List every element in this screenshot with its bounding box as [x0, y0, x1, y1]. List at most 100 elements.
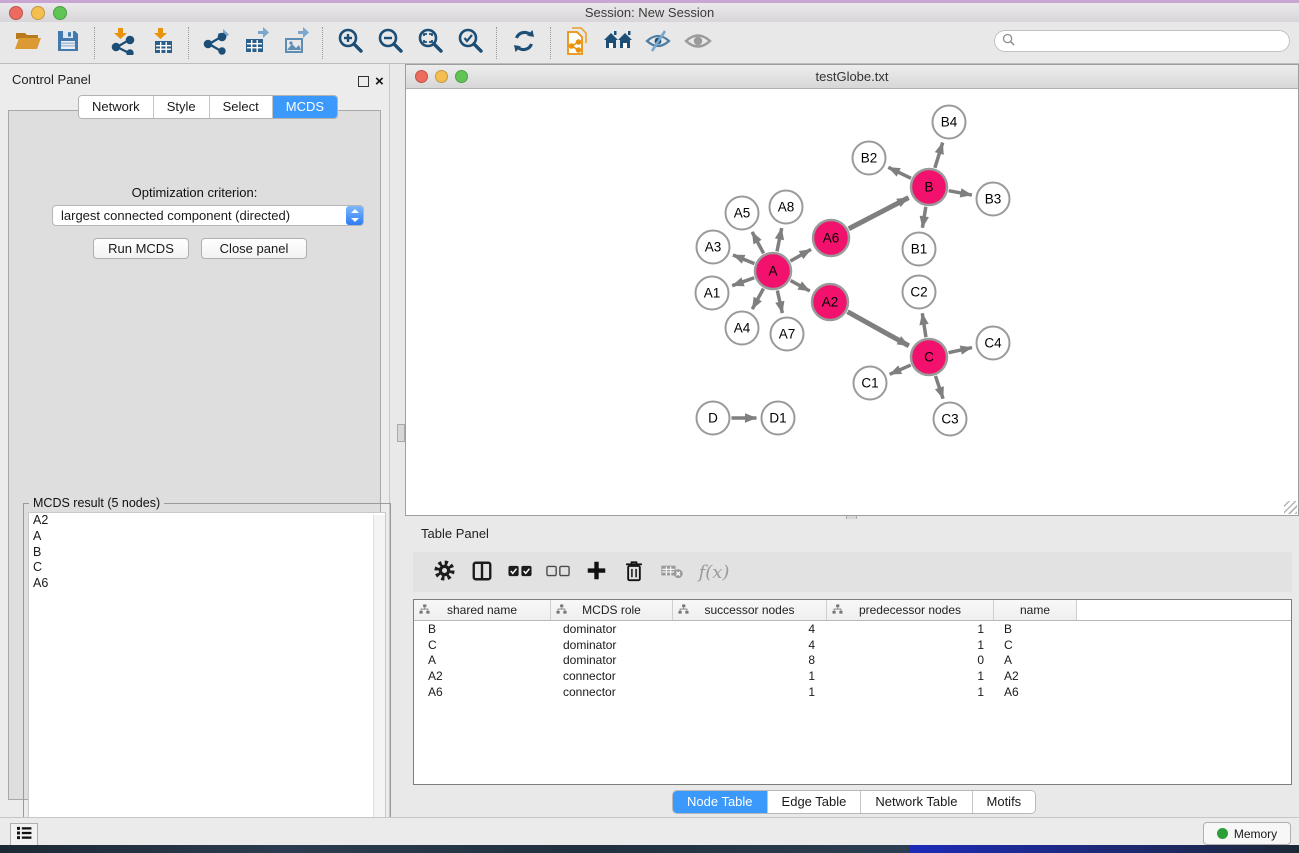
graph-node-C3[interactable]: C3: [934, 403, 967, 436]
zoom-selected-button[interactable]: [450, 25, 490, 61]
table-cell[interactable]: 1: [827, 669, 994, 683]
save-session-button[interactable]: [48, 25, 88, 61]
table-cell[interactable]: A: [414, 653, 551, 667]
deselect-all-button[interactable]: [539, 555, 577, 589]
graph-node-D1[interactable]: D1: [762, 402, 795, 435]
column-header-predecessor-nodes[interactable]: predecessor nodes: [827, 600, 994, 620]
zoom-fit-button[interactable]: [410, 25, 450, 61]
graph-edge[interactable]: [777, 291, 782, 313]
search-input[interactable]: [1019, 33, 1289, 49]
table-cell[interactable]: 1: [827, 685, 994, 699]
mcds-result-item[interactable]: A2: [29, 513, 385, 529]
column-header-name[interactable]: name: [994, 600, 1077, 620]
show-columns-button[interactable]: [463, 555, 501, 589]
scrollbar-track[interactable]: [373, 515, 385, 837]
export-image-button[interactable]: [276, 25, 316, 61]
table-cell[interactable]: 1: [673, 669, 827, 683]
new-network-from-file-button[interactable]: [558, 25, 598, 61]
graph-edge[interactable]: [888, 167, 911, 178]
table-settings-button[interactable]: [425, 555, 463, 589]
graph-node-D[interactable]: D: [697, 402, 730, 435]
mcds-result-list[interactable]: A2ABCA6: [28, 512, 386, 838]
graph-edge[interactable]: [949, 191, 972, 195]
zoom-out-button[interactable]: [370, 25, 410, 61]
memory-button[interactable]: Memory: [1203, 822, 1291, 845]
tab-network-table[interactable]: Network Table: [861, 791, 972, 813]
tab-network[interactable]: Network: [79, 96, 154, 118]
table-cell[interactable]: A6: [994, 685, 1077, 699]
node-table[interactable]: shared name MCDS role successor nodes pr…: [413, 599, 1292, 785]
window-resize-grip[interactable]: [1284, 501, 1297, 514]
tab-style[interactable]: Style: [154, 96, 210, 118]
export-network-button[interactable]: [196, 25, 236, 61]
graph-node-A3[interactable]: A3: [697, 231, 730, 264]
mcds-result-item[interactable]: C: [29, 560, 385, 576]
optimization-criterion-dropdown[interactable]: largest connected component (directed): [52, 205, 364, 226]
vertical-splitter-handle[interactable]: [397, 424, 405, 442]
network-graph-canvas[interactable]: AA1A2A3A4A5A6A7A8BB1B2B3B4CC1C2C3C4DD1: [407, 88, 1298, 516]
graph-edge[interactable]: [935, 376, 943, 399]
graph-edge[interactable]: [922, 207, 925, 228]
float-panel-icon[interactable]: [358, 76, 369, 87]
graph-node-C[interactable]: C: [911, 339, 947, 375]
table-row[interactable]: A6connector11A6: [414, 684, 1291, 700]
graph-edge[interactable]: [752, 232, 763, 253]
table-cell[interactable]: 1: [673, 685, 827, 699]
graph-node-A6[interactable]: A6: [813, 220, 849, 256]
close-panel-icon[interactable]: ×: [375, 75, 384, 88]
tab-select[interactable]: Select: [210, 96, 273, 118]
graph-edge[interactable]: [790, 249, 811, 261]
graph-node-B[interactable]: B: [911, 169, 947, 205]
hide-graphics-details-button[interactable]: [638, 25, 678, 61]
table-cell[interactable]: C: [994, 638, 1077, 652]
table-cell[interactable]: connector: [551, 685, 673, 699]
graph-node-C4[interactable]: C4: [977, 327, 1010, 360]
search-field[interactable]: [994, 30, 1290, 52]
table-cell[interactable]: A2: [414, 669, 551, 683]
table-cell[interactable]: dominator: [551, 653, 673, 667]
graph-edge[interactable]: [777, 228, 782, 251]
graph-edge[interactable]: [732, 278, 754, 286]
column-header-shared-name[interactable]: shared name: [414, 600, 551, 620]
export-table-button[interactable]: [236, 25, 276, 61]
graph-edge[interactable]: [791, 281, 810, 291]
table-cell[interactable]: A2: [994, 669, 1077, 683]
graph-node-A2[interactable]: A2: [812, 284, 848, 320]
table-row[interactable]: A2connector11A2: [414, 668, 1291, 684]
graph-edge[interactable]: [935, 143, 943, 168]
home-button[interactable]: [598, 25, 638, 61]
table-row[interactable]: Bdominator41B: [414, 621, 1291, 637]
column-header-mcds-role[interactable]: MCDS role: [551, 600, 673, 620]
table-cell[interactable]: connector: [551, 669, 673, 683]
graph-node-B3[interactable]: B3: [977, 183, 1010, 216]
open-session-button[interactable]: [8, 25, 48, 61]
table-cell[interactable]: 8: [673, 653, 827, 667]
import-network-button[interactable]: [102, 25, 142, 61]
mcds-result-item[interactable]: A: [29, 529, 385, 545]
tab-motifs[interactable]: Motifs: [973, 791, 1036, 813]
graph-node-A8[interactable]: A8: [770, 191, 803, 224]
tab-edge-table[interactable]: Edge Table: [768, 791, 862, 813]
table-row[interactable]: Cdominator41C: [414, 637, 1291, 653]
graph-edge[interactable]: [890, 365, 911, 374]
select-all-button[interactable]: [501, 555, 539, 589]
table-cell[interactable]: 0: [827, 653, 994, 667]
graph-node-A1[interactable]: A1: [696, 277, 729, 310]
task-history-button[interactable]: [10, 823, 38, 846]
add-column-button[interactable]: [577, 555, 615, 589]
column-header-successor-nodes[interactable]: successor nodes: [673, 600, 827, 620]
graph-edge[interactable]: [847, 312, 908, 346]
graph-node-A7[interactable]: A7: [771, 318, 804, 351]
tab-node-table[interactable]: Node Table: [673, 791, 768, 813]
table-cell[interactable]: 4: [673, 622, 827, 636]
tab-mcds[interactable]: MCDS: [273, 96, 337, 118]
delete-column-button[interactable]: [615, 555, 653, 589]
table-cell[interactable]: C: [414, 638, 551, 652]
show-graphics-details-button[interactable]: [678, 25, 718, 61]
graph-node-A[interactable]: A: [755, 253, 791, 289]
graph-node-C2[interactable]: C2: [903, 276, 936, 309]
run-mcds-button[interactable]: Run MCDS: [93, 238, 189, 259]
graph-node-A5[interactable]: A5: [726, 197, 759, 230]
table-cell[interactable]: 1: [827, 622, 994, 636]
table-cell[interactable]: A6: [414, 685, 551, 699]
